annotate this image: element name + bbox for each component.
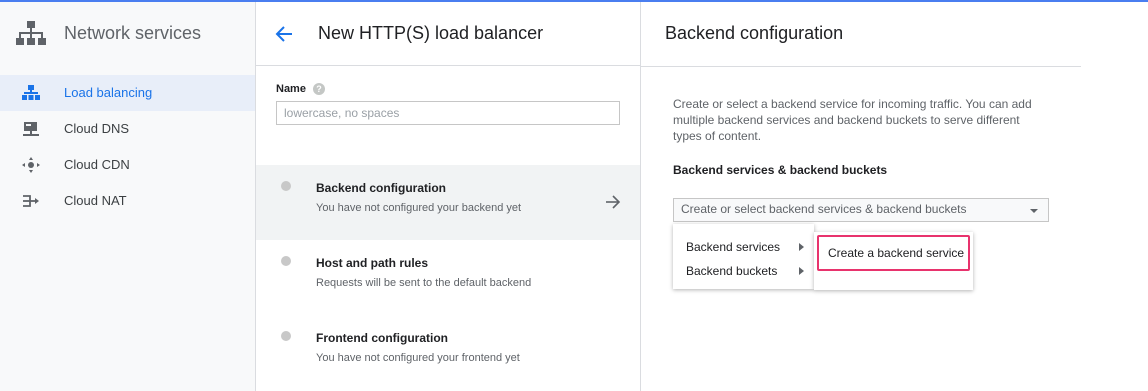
sidebar-item-cloud-nat[interactable]: Cloud NAT [0,183,255,219]
wizard-header: New HTTP(S) load balancer [256,2,640,66]
cloud-nat-icon [23,195,39,207]
load-balancing-icon [22,85,40,100]
page-title: New HTTP(S) load balancer [318,23,544,43]
name-input[interactable] [276,101,620,125]
cloud-cdn-icon [22,157,40,173]
load-balancer-wizard-panel: New HTTP(S) load balancer Name ? Backend… [256,2,641,391]
sidebar-title: Network services [64,23,202,43]
sidebar-item-cloud-cdn[interactable]: Cloud CDN [0,147,255,183]
step-status-dot [281,181,291,191]
step-title: Frontend configuration [316,331,448,345]
backend-configuration-panel: Backend configuration Create or select a… [641,2,1148,391]
step-status-dot [281,256,291,266]
backend-type-menu: Backend services Backend buckets [673,224,814,289]
chevron-down-icon [1030,209,1038,213]
step-subtitle: Requests will be sent to the default bac… [316,277,532,289]
cloud-dns-icon [23,122,39,136]
sidebar: Network services Load balancing Cloud DN… [0,2,256,391]
network-services-icon [16,21,46,45]
submenu-arrow-icon [799,243,804,251]
step-subtitle: You have not configured your frontend ye… [316,352,520,364]
sidebar-item-label: Load balancing [64,85,153,100]
create-backend-service-button[interactable]: Create a backend service [817,235,970,271]
step-subtitle: You have not configured your backend yet [316,202,522,214]
sidebar-item-cloud-dns[interactable]: Cloud DNS [0,111,255,147]
sidebar-item-label: Cloud NAT [64,193,127,208]
select-value: Create or select backend services & back… [681,202,967,216]
backend-services-submenu: Create a backend service [814,232,973,290]
name-label: Name [276,83,306,95]
sidebar-item-label: Cloud DNS [64,121,130,136]
backend-services-select[interactable]: Create or select backend services & back… [673,198,1049,222]
step-backend-configuration[interactable]: Backend configuration You have not confi… [256,165,640,240]
help-icon[interactable]: ? [313,83,325,95]
step-title: Host and path rules [316,256,429,270]
back-arrow-icon[interactable] [274,24,294,44]
backend-config-title: Backend configuration [665,23,844,43]
menu-item-label: Backend services [686,240,781,254]
backend-config-description: Create or select a backend service for i… [673,97,1032,143]
submenu-arrow-icon [799,267,804,275]
backend-services-label: Backend services & backend buckets [673,163,888,177]
sidebar-item-label: Cloud CDN [64,157,130,172]
step-host-and-path-rules[interactable]: Host and path rules Requests will be sen… [256,240,640,315]
step-frontend-configuration[interactable]: Frontend configuration You have not conf… [256,315,640,390]
step-status-dot [281,331,291,341]
sidebar-header: Network services [0,2,255,66]
arrow-right-icon[interactable] [605,194,621,210]
step-title: Backend configuration [316,181,447,195]
backend-config-header: Backend configuration [641,2,1081,67]
sidebar-item-load-balancing[interactable]: Load balancing [0,75,255,111]
menu-item-backend-buckets[interactable]: Backend buckets [673,259,814,283]
menu-item-backend-services[interactable]: Backend services [673,235,814,259]
menu-item-label: Backend buckets [686,264,778,278]
